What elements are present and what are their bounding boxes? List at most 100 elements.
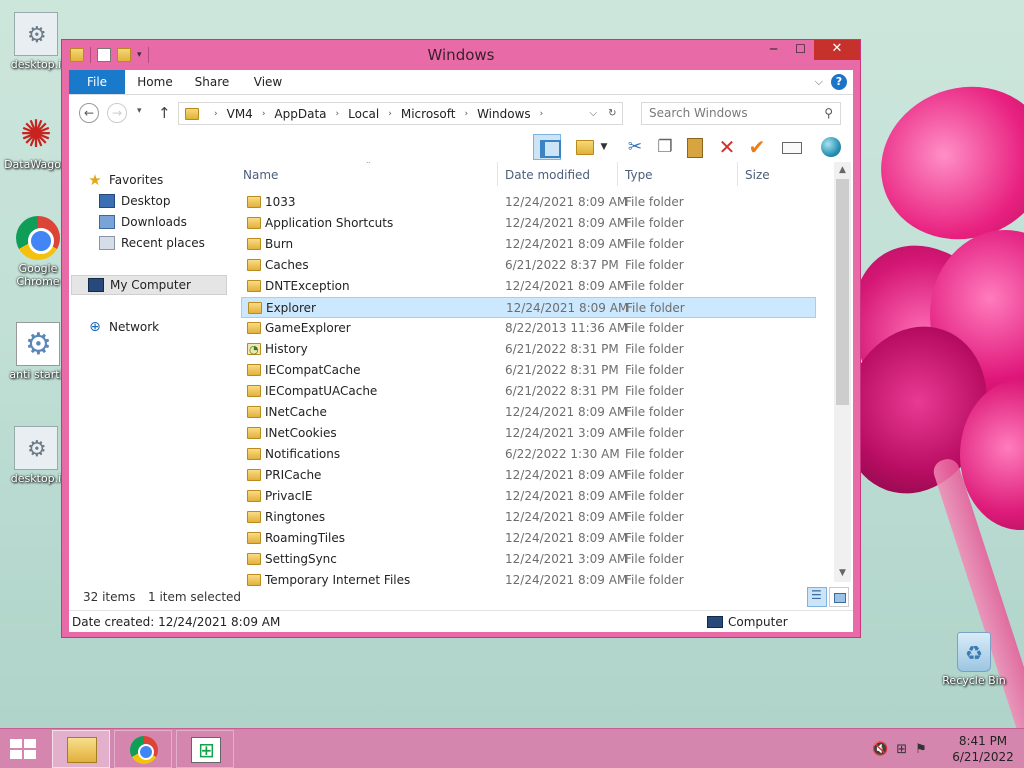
breadcrumb-separator[interactable]: › — [336, 109, 340, 119]
vertical-scrollbar[interactable]: ▲ ▼ — [834, 162, 851, 582]
scroll-down-icon[interactable]: ▼ — [834, 565, 851, 582]
folder-icon — [247, 217, 261, 229]
table-row[interactable]: PRICache 12/24/2021 8:09 AM File folder — [241, 465, 816, 486]
folder-icon — [247, 448, 261, 460]
file-date-modified: 12/24/2021 8:09 AM — [505, 489, 628, 503]
table-row[interactable]: Burn 12/24/2021 8:09 AM File folder — [241, 234, 816, 255]
file-date-modified: 6/22/2022 1:30 AM — [505, 447, 620, 461]
file-type: File folder — [625, 195, 684, 209]
breadcrumb-item[interactable]: VM4 — [227, 107, 253, 121]
breadcrumb-separator[interactable]: › — [388, 109, 392, 119]
file-date-modified: 6/21/2022 8:31 PM — [505, 363, 619, 377]
minimize-button[interactable]: ─ — [760, 40, 787, 60]
forward-button[interactable]: → — [107, 103, 127, 123]
tab-home[interactable]: Home — [129, 70, 181, 94]
nav-network[interactable]: ⊕ Network — [87, 317, 245, 337]
folder-icon — [247, 532, 261, 544]
tab-file[interactable]: File — [69, 70, 125, 94]
breadcrumb-separator[interactable]: › — [540, 109, 544, 119]
table-row[interactable]: RoamingTiles 12/24/2021 8:09 AM File folde… — [241, 528, 816, 549]
taskbar-google-chrome[interactable] — [114, 730, 172, 768]
new-item-dropdown-icon[interactable]: ▼ — [597, 134, 611, 160]
breadcrumb-item[interactable]: AppData — [274, 107, 326, 121]
table-row[interactable]: Explorer 12/24/2021 8:09 AM File folder — [241, 297, 816, 318]
nav-downloads[interactable]: Downloads — [99, 212, 257, 232]
breadcrumb-separator[interactable]: › — [262, 109, 266, 119]
column-divider[interactable] — [497, 162, 498, 186]
column-header-name[interactable]: Name — [243, 168, 278, 182]
checkmark-icon[interactable]: ✔ — [743, 134, 771, 160]
help-icon[interactable]: ? — [831, 74, 847, 90]
column-header-date[interactable]: Date modified — [505, 168, 590, 182]
nav-desktop[interactable]: Desktop — [99, 191, 257, 211]
address-bar[interactable]: › VM4 › AppData › Local › Microsoft › Wi… — [178, 102, 623, 125]
file-type: File folder — [625, 363, 684, 377]
nav-favorites[interactable]: ★ Favorites — [87, 170, 245, 190]
address-dropdown-icon[interactable]: ⌵ — [590, 108, 598, 119]
table-row[interactable]: History 6/21/2022 8:31 PM File folder — [241, 339, 816, 360]
details-view-button[interactable] — [807, 587, 827, 607]
new-folder-button[interactable] — [571, 134, 599, 160]
table-row[interactable]: Notifications 6/22/2022 1:30 AM File folde… — [241, 444, 816, 465]
maximize-button[interactable]: ☐ — [787, 40, 814, 60]
refresh-icon[interactable]: ↻ — [608, 108, 616, 119]
breadcrumb-item[interactable]: Windows — [477, 107, 531, 121]
search-input[interactable]: Search Windows ⚲ — [641, 102, 841, 125]
breadcrumb-item[interactable]: Local — [348, 107, 379, 121]
title-bar[interactable]: ▾ Windows ─ ☐ ✕ — [62, 40, 860, 70]
up-button[interactable]: ↑ — [158, 104, 171, 122]
tab-share[interactable]: Share — [187, 70, 237, 94]
nav-my-computer[interactable]: My Computer — [71, 275, 227, 295]
scroll-up-icon[interactable]: ▲ — [834, 162, 851, 179]
table-row[interactable]: Application Shortcuts 12/24/2021 8:09 AM F… — [241, 213, 816, 234]
paste-icon[interactable] — [681, 134, 709, 160]
globe-icon[interactable] — [817, 134, 845, 160]
file-date-modified: 12/24/2021 8:09 AM — [505, 279, 628, 293]
column-divider[interactable] — [737, 162, 738, 186]
table-row[interactable]: DNTException 12/24/2021 8:09 AM File folde… — [241, 276, 816, 297]
cut-icon[interactable]: ✂ — [621, 134, 649, 160]
table-row[interactable]: INetCache 12/24/2021 8:09 AM File folder — [241, 402, 816, 423]
table-row[interactable]: 1033 12/24/2021 8:09 AM File folder — [241, 192, 816, 213]
copy-icon[interactable]: ❐ — [651, 134, 679, 160]
table-row[interactable]: INetCookies 12/24/2021 3:09 AM File folder — [241, 423, 816, 444]
taskbar-file-explorer[interactable] — [52, 730, 110, 768]
desktop-icon-recycle-bin[interactable]: Recycle Bin — [936, 632, 1012, 687]
table-row[interactable]: GameExplorer 8/22/2013 11:36 AM File folde… — [241, 318, 816, 339]
action-center-icon[interactable]: ⚑ — [915, 742, 927, 757]
column-header-type[interactable]: Type — [625, 168, 653, 182]
file-type: File folder — [625, 321, 684, 335]
breadcrumb-separator[interactable]: › — [464, 109, 468, 119]
table-row[interactable]: PrivacIE 12/24/2021 8:09 AM File folder — [241, 486, 816, 507]
breadcrumb-item[interactable]: Microsoft — [401, 107, 456, 121]
nav-recent-places[interactable]: Recent places — [99, 233, 257, 253]
column-divider[interactable] — [617, 162, 618, 186]
back-button[interactable]: ← — [79, 103, 99, 123]
close-button[interactable]: ✕ — [814, 40, 860, 60]
network-icon[interactable]: ⊞ — [896, 742, 907, 757]
clock[interactable]: 8:41 PM 6/21/2022 — [950, 733, 1016, 765]
scrollbar-thumb[interactable] — [836, 179, 849, 405]
file-name: GameExplorer — [265, 321, 351, 335]
store-icon — [191, 737, 221, 763]
table-row[interactable]: Ringtones 12/24/2021 8:09 AM File folder — [241, 507, 816, 528]
tab-view[interactable]: View — [245, 70, 291, 94]
table-row[interactable]: Caches 6/21/2022 8:37 PM File folder — [241, 255, 816, 276]
taskbar-store[interactable] — [176, 730, 234, 768]
start-button[interactable] — [10, 739, 38, 761]
rename-icon[interactable] — [777, 134, 805, 160]
recent-locations-icon[interactable]: ▾ — [137, 106, 142, 116]
expand-ribbon-icon[interactable]: ⌵ — [815, 75, 823, 89]
delete-icon[interactable]: ✕ — [713, 134, 741, 160]
datawagon-logo-icon: ✺ — [20, 112, 52, 156]
volume-muted-icon[interactable]: 🔇 — [872, 742, 888, 757]
layout-pane-icon[interactable] — [533, 134, 561, 160]
file-name: SettingSync — [265, 552, 337, 566]
table-row[interactable]: IECompatCache 6/21/2022 8:31 PM File folde… — [241, 360, 816, 381]
table-row[interactable]: SettingSync 12/24/2021 3:09 AM File folder — [241, 549, 816, 570]
search-icon[interactable]: ⚲ — [824, 103, 833, 124]
large-icons-view-button[interactable] — [829, 587, 849, 607]
explorer-window: ▾ Windows ─ ☐ ✕ File Home Share View ⌵ ?… — [61, 39, 861, 638]
table-row[interactable]: IECompatUACache 6/21/2022 8:31 PM File fol… — [241, 381, 816, 402]
column-header-size[interactable]: Size — [745, 168, 770, 182]
